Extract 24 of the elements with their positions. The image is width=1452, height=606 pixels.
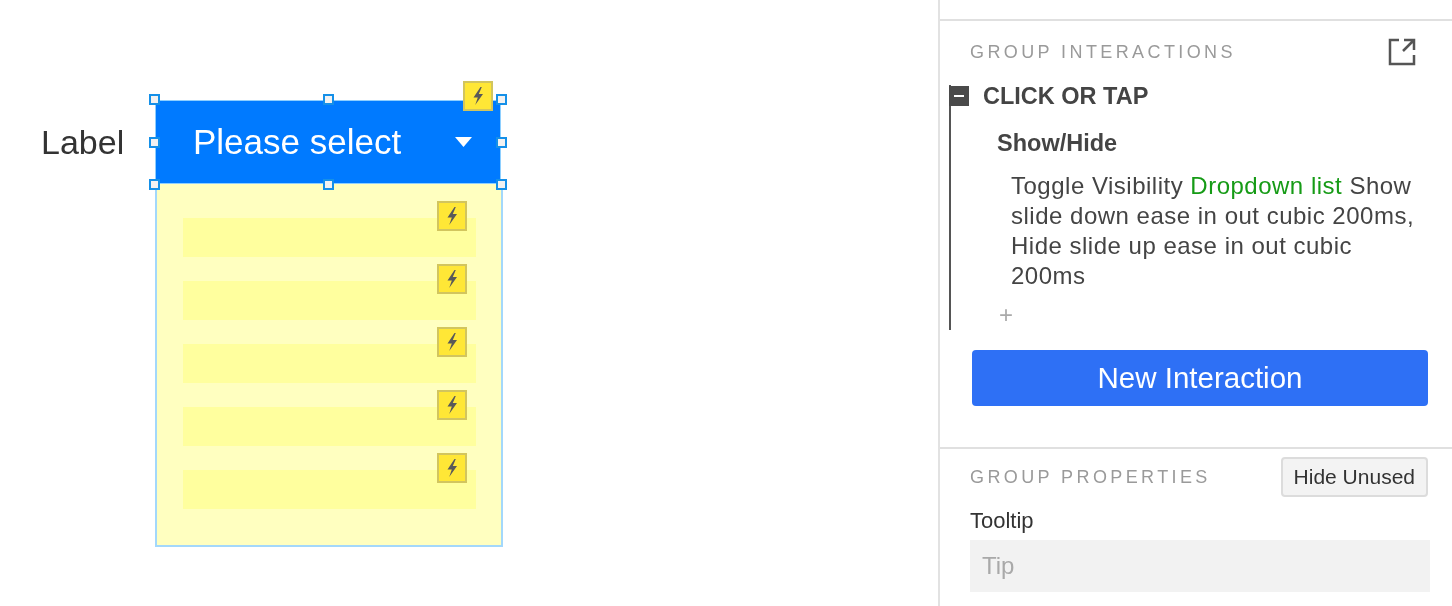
new-interaction-button[interactable]: New Interaction [972,350,1428,406]
resize-handle[interactable] [496,179,507,190]
section-title: GROUP PROPERTIES [970,466,1211,488]
resize-handle[interactable] [496,137,507,148]
collapse-icon[interactable] [949,86,969,106]
action-name[interactable]: Show/Hide [997,129,1118,157]
caret-icon [455,137,472,147]
popout-icon[interactable] [1387,37,1417,67]
hide-unused-button[interactable]: Hide Unused [1280,457,1428,497]
resize-handle[interactable] [323,94,334,105]
action-description: Toggle Visibility Dropdown list Show slide down ease in out cubic 200ms, Hide slide up ease in out cubic 200ms [1011,171,1416,291]
dropdown-field[interactable]: Please select [155,100,501,184]
field-label: Tooltip [970,508,1034,534]
tooltip-field[interactable]: Tip [970,540,1430,592]
resize-handle[interactable] [323,179,334,190]
resize-handle[interactable] [149,94,160,105]
target-link[interactable]: Dropdown list [1190,172,1343,199]
resize-handle[interactable] [496,94,507,105]
field-label: Label [41,122,125,163]
event-name[interactable]: CLICK OR TAP [983,83,1149,109]
add-action-button[interactable]: + [999,303,1013,327]
section-title: GROUP INTERACTIONS [970,41,1236,63]
resize-handle[interactable] [149,137,160,148]
resize-handle[interactable] [149,179,160,190]
